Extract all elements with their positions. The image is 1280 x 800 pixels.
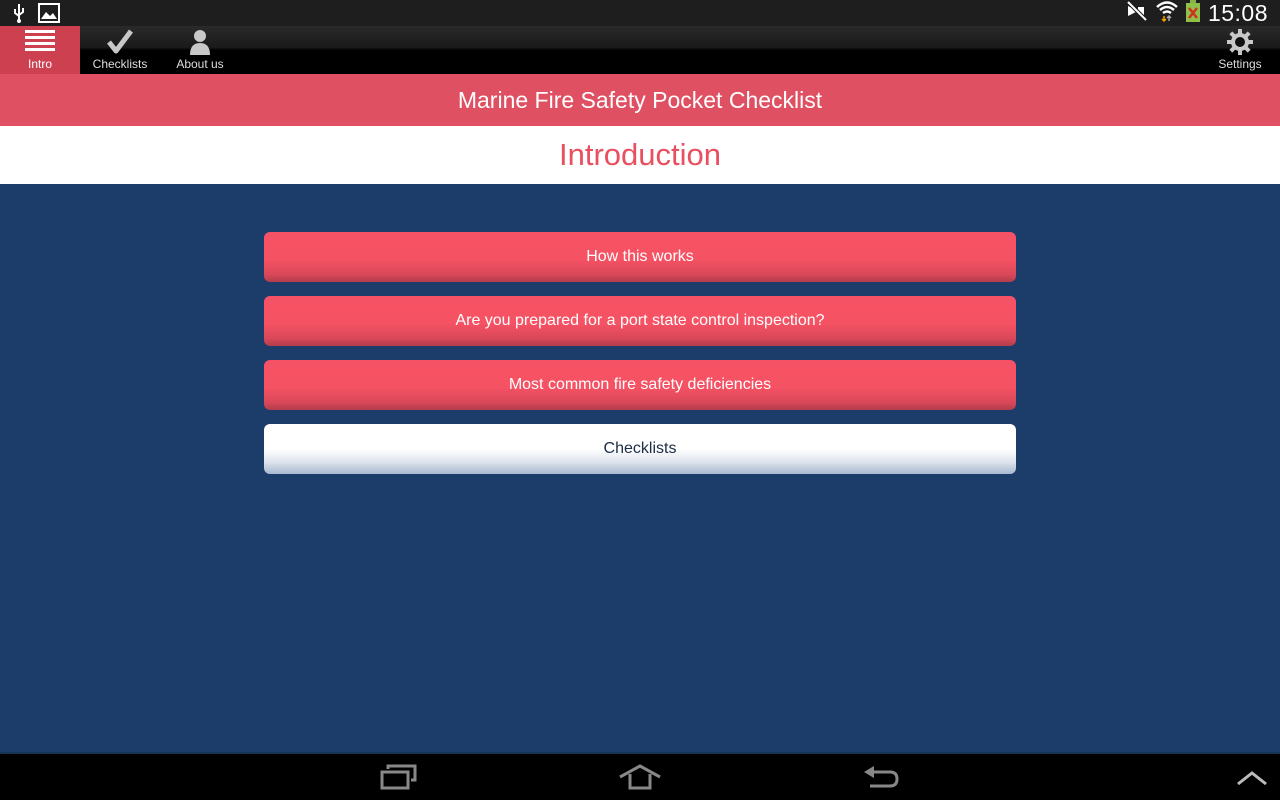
back-icon[interactable] [862,764,900,795]
mute-icon [1126,0,1148,26]
gear-icon [1227,29,1253,55]
app-title: Marine Fire Safety Pocket Checklist [0,74,1280,126]
gallery-icon [38,3,60,28]
action-bar: Intro Checklists About us Settings [0,26,1280,74]
clock: 15:08 [1207,0,1268,26]
port-state-control-button[interactable]: Are you prepared for a port state contro… [264,296,1016,346]
page-title: Introduction [0,126,1280,184]
tab-checklists[interactable]: Checklists [80,26,160,74]
content-area: How this works Are you prepared for a po… [0,184,1280,752]
tab-about-us[interactable]: About us [160,26,240,74]
battery-missing-icon [1185,0,1200,27]
home-icon[interactable] [618,764,662,795]
common-deficiencies-button[interactable]: Most common fire safety deficiencies [264,360,1016,410]
status-bar: 15:08 [0,0,1280,26]
chevron-up-icon[interactable] [1236,770,1268,791]
navigation-bar [0,752,1280,800]
tab-intro-label: Intro [27,57,52,71]
settings-label: Settings [1218,57,1262,71]
recent-apps-icon[interactable] [380,764,418,795]
wifi-icon [1156,0,1178,27]
checklists-button[interactable]: Checklists [264,424,1016,474]
person-icon [189,29,211,55]
usb-icon [12,3,26,28]
tab-intro[interactable]: Intro [0,26,80,74]
tab-about-us-label: About us [176,57,224,71]
settings-button[interactable]: Settings [1200,26,1280,74]
tab-checklists-label: Checklists [92,57,148,71]
how-this-works-button[interactable]: How this works [264,232,1016,282]
checkmark-icon [107,29,133,55]
menu-lines-icon [25,29,55,55]
